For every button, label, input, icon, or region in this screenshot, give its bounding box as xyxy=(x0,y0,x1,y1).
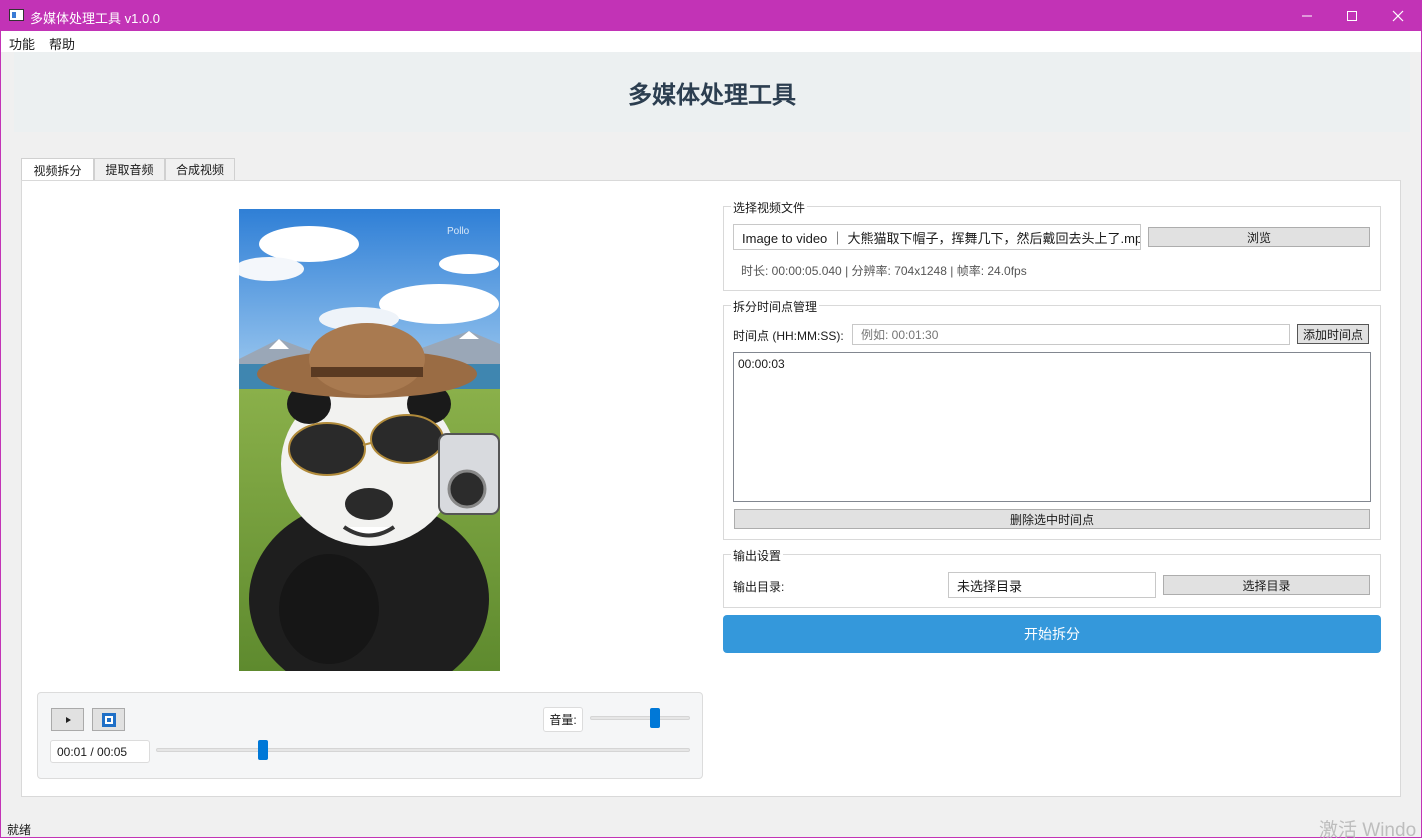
time-point-list[interactable]: 00:00:03 xyxy=(733,352,1371,502)
tab-video-split[interactable]: 视频拆分 xyxy=(21,158,94,182)
close-icon xyxy=(1392,10,1404,21)
split-group-title: 拆分时间点管理 xyxy=(731,298,820,315)
app-header: 多媒体处理工具 xyxy=(14,52,1410,132)
stop-button[interactable] xyxy=(92,708,125,731)
menu-function[interactable]: 功能 xyxy=(9,34,35,53)
choose-dir-button[interactable]: 选择目录 xyxy=(1163,575,1370,595)
menu-bar: 功能 帮助 xyxy=(1,31,1421,52)
activation-watermark: 激活 Windo xyxy=(1319,820,1417,838)
maximize-icon xyxy=(1347,10,1357,21)
app-icon xyxy=(9,9,24,21)
volume-slider-handle[interactable] xyxy=(650,708,660,728)
output-dir-label: 输出目录: xyxy=(733,580,785,594)
video-info: 时长: 00:00:05.040 | 分辨率: 704x1248 | 帧率: 2… xyxy=(741,264,1027,278)
play-icon xyxy=(65,716,71,723)
page-title: 多媒体处理工具 xyxy=(628,81,796,109)
time-point-input[interactable] xyxy=(852,324,1290,345)
time-display: 00:01 / 00:05 xyxy=(50,740,150,763)
play-button[interactable] xyxy=(51,708,84,731)
seek-slider[interactable] xyxy=(156,748,690,752)
output-dir-field[interactable]: 未选择目录 xyxy=(948,572,1156,598)
seek-slider-handle[interactable] xyxy=(257,740,268,760)
video-frame: Pollo xyxy=(239,209,500,671)
output-group-title: 输出设置 xyxy=(731,547,784,564)
minimize-button[interactable] xyxy=(1284,0,1330,31)
volume-slider[interactable] xyxy=(590,716,690,720)
stop-icon xyxy=(101,712,116,727)
volume-label: 音量: xyxy=(543,707,583,732)
maximize-button[interactable] xyxy=(1329,0,1375,31)
video-file-field[interactable]: Image to video ｜ 大熊猫取下帽子，挥舞几下，然后戴回去头上了.m… xyxy=(733,224,1141,250)
time-point-label: 时间点 (HH:MM:SS): xyxy=(733,329,844,343)
menu-help[interactable]: 帮助 xyxy=(49,34,75,53)
browse-button[interactable]: 浏览 xyxy=(1148,227,1370,247)
player-controls xyxy=(37,692,703,779)
video-watermark: Pollo xyxy=(447,226,470,237)
status-bar: 就绪 xyxy=(7,823,32,837)
add-time-point-button[interactable]: 添加时间点 xyxy=(1297,324,1369,344)
window-title: 多媒体处理工具 v1.0.0 xyxy=(30,11,161,26)
tab-extract-audio[interactable]: 提取音频 xyxy=(94,158,165,181)
video-preview[interactable]: Pollo xyxy=(239,209,500,671)
title-bar[interactable]: 多媒体处理工具 v1.0.0 xyxy=(1,0,1421,31)
list-item[interactable]: 00:00:03 xyxy=(738,357,785,371)
start-split-button[interactable]: 开始拆分 xyxy=(723,615,1381,653)
tab-merge-video[interactable]: 合成视频 xyxy=(165,158,235,181)
delete-time-point-button[interactable]: 删除选中时间点 xyxy=(734,509,1370,529)
minimize-icon xyxy=(1302,15,1312,16)
file-group-title: 选择视频文件 xyxy=(731,199,808,216)
app-window: 多媒体处理工具 v1.0.0 功能 帮助 多媒体处理工具 视频拆分 提取音频 合… xyxy=(1,0,1421,838)
close-button[interactable] xyxy=(1375,0,1421,31)
